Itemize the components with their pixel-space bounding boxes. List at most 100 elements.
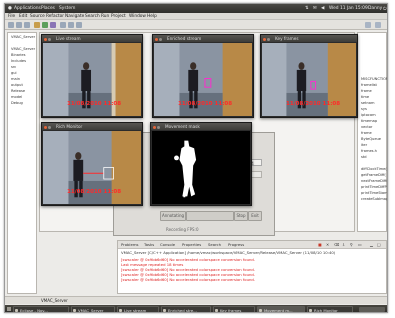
tree-item[interactable]: Release: [11, 89, 37, 93]
print-icon[interactable]: [24, 22, 30, 28]
outline-item[interactable]: ByteQueue: [361, 137, 387, 141]
taskbar-item-movement-mask[interactable]: Movement m...: [257, 306, 305, 312]
taskbar-item-enriched-stream[interactable]: Enriched stre...: [161, 306, 211, 312]
tree-item[interactable]: model: [11, 95, 37, 99]
tree-item[interactable]: src: [11, 65, 37, 69]
tree-item[interactable]: Includes: [11, 59, 37, 63]
rich-monitor-window[interactable]: Rich Monitor 11/08/2010 11:08: [41, 122, 143, 206]
taskbar-item-eclipse[interactable]: Eclipse - Nov...: [13, 306, 69, 312]
back-icon[interactable]: [68, 22, 74, 28]
build-icon[interactable]: [34, 22, 40, 28]
tree-item[interactable]: Binaries: [11, 53, 37, 57]
taskbar-item-vmac-server[interactable]: VMAC_Server: [71, 306, 115, 312]
taskbar-item-rich-monitor[interactable]: Rich Monitor: [307, 306, 353, 312]
menu-help[interactable]: Help: [147, 14, 157, 19]
scroll-lock-icon[interactable]: ⇩: [342, 242, 345, 247]
window-controls-icon[interactable]: [263, 37, 273, 46]
outline-item[interactable]: iter: [361, 143, 387, 147]
outline-item[interactable]: diffClockTime(c: [361, 167, 387, 171]
pin-console-icon[interactable]: ⚲: [350, 242, 353, 247]
taskbar-item-key-frames[interactable]: Key frames: [213, 306, 255, 312]
display-console-icon[interactable]: ▭: [358, 242, 362, 247]
outline-item[interactable]: printTimeDiffPrint: [361, 185, 387, 189]
show-desktop-icon[interactable]: [7, 307, 11, 311]
outline-item[interactable]: time: [361, 95, 387, 99]
outline-item[interactable]: vector: [361, 125, 387, 129]
cpp-perspective-icon[interactable]: [375, 22, 381, 28]
outline-item[interactable]: MISCFUNCTIONS: [361, 77, 387, 81]
menu-source[interactable]: Source: [30, 14, 45, 19]
save-icon[interactable]: [16, 22, 22, 28]
window-controls-icon[interactable]: [44, 37, 54, 46]
tab-console[interactable]: Console: [160, 242, 175, 247]
window-titlebar[interactable]: Live stream: [42, 35, 142, 46]
run-icon[interactable]: [42, 22, 48, 28]
search-icon[interactable]: [60, 22, 66, 28]
terminate-icon[interactable]: ■: [318, 242, 322, 247]
menu-run[interactable]: Run: [101, 14, 109, 19]
menu-navigate[interactable]: Navigate: [65, 14, 84, 19]
outline-item[interactable]: nextFrameDiff(: [361, 179, 387, 183]
outline-item[interactable]: setnam: [361, 101, 387, 105]
outline-item[interactable]: std: [361, 155, 387, 159]
tab-search[interactable]: Search: [208, 242, 221, 247]
window-titlebar[interactable]: Enriched stream: [153, 35, 253, 46]
exit-button[interactable]: Exit: [248, 211, 262, 221]
clock[interactable]: Wed 11 Jan 15:09: [329, 6, 368, 11]
tab-properties[interactable]: Properties: [182, 242, 201, 247]
tab-tasks[interactable]: Tasks: [144, 242, 154, 247]
stop-button[interactable]: Stop: [234, 211, 248, 221]
perspective-icon[interactable]: [365, 22, 371, 28]
workspace-switcher[interactable]: [359, 307, 385, 312]
menu-refactor[interactable]: Refactor: [46, 14, 64, 19]
tree-item[interactable]: VMAC_Server: [11, 47, 37, 51]
outline-item[interactable]: getFrameDiff(: [361, 173, 387, 177]
menu-window[interactable]: Window: [129, 14, 146, 19]
annotating-button[interactable]: Annotating: [160, 211, 186, 221]
applications-menu[interactable]: Applications: [14, 6, 41, 11]
tree-item[interactable]: Debug: [11, 101, 37, 105]
places-menu[interactable]: Places: [41, 6, 55, 11]
outline-item[interactable]: frames.h: [361, 149, 387, 153]
minimize-icon[interactable]: ▁: [370, 242, 373, 247]
network-icon[interactable]: ⇅: [305, 6, 309, 11]
tab-progress[interactable]: Progress: [228, 242, 244, 247]
menu-file[interactable]: File: [8, 14, 15, 19]
outline-item[interactable]: createSubImage: [361, 197, 387, 201]
window-controls-icon[interactable]: [153, 125, 163, 134]
enriched-stream-window[interactable]: Enriched stream 11/08/2010 11:08: [152, 34, 254, 118]
system-menu[interactable]: System: [59, 6, 75, 11]
tree-item[interactable]: main: [11, 77, 37, 81]
volume-icon[interactable]: ◀: [321, 6, 324, 11]
outline-item[interactable]: timemap: [361, 119, 387, 123]
outline-item[interactable]: sys: [361, 107, 387, 111]
tree-item[interactable]: gui: [11, 71, 37, 75]
debug-icon[interactable]: [50, 22, 56, 28]
window-controls-icon[interactable]: [155, 37, 165, 46]
live-stream-window[interactable]: Live stream 11/08/2010 11:08: [41, 34, 143, 118]
ubuntu-logo-icon[interactable]: ●: [8, 6, 12, 11]
tree-item[interactable]: output: [11, 83, 37, 87]
window-titlebar[interactable]: Movement mask: [151, 123, 251, 134]
outline-item[interactable]: framelist: [361, 83, 387, 87]
maximize-icon[interactable]: □: [377, 242, 381, 247]
outline-item[interactable]: iptocam: [361, 113, 387, 117]
menu-edit[interactable]: Edit: [19, 14, 27, 19]
key-frames-window[interactable]: Key frames 11/08/2010 11:08: [260, 34, 358, 118]
new-icon[interactable]: [8, 22, 14, 28]
user-name[interactable]: Danny: [368, 6, 382, 11]
movement-mask-window[interactable]: Movement mask: [150, 122, 252, 206]
power-icon[interactable]: ⏻: [383, 6, 386, 12]
window-titlebar[interactable]: Key frames: [261, 35, 357, 46]
tab-problems[interactable]: Problems: [121, 242, 139, 247]
outline-item[interactable]: frame: [361, 131, 387, 135]
outline-item[interactable]: printTimeStampDiff: [361, 191, 387, 195]
menu-project[interactable]: Project: [111, 14, 126, 19]
window-controls-icon[interactable]: [44, 125, 54, 134]
tree-item[interactable]: VMAC_Server: [11, 35, 37, 39]
taskbar-item-live-stream[interactable]: Live stream: [117, 306, 159, 312]
menu-search[interactable]: Search: [85, 14, 100, 19]
forward-icon[interactable]: [76, 22, 82, 28]
outline-item[interactable]: frame: [361, 89, 387, 93]
window-titlebar[interactable]: Rich Monitor: [42, 123, 142, 134]
